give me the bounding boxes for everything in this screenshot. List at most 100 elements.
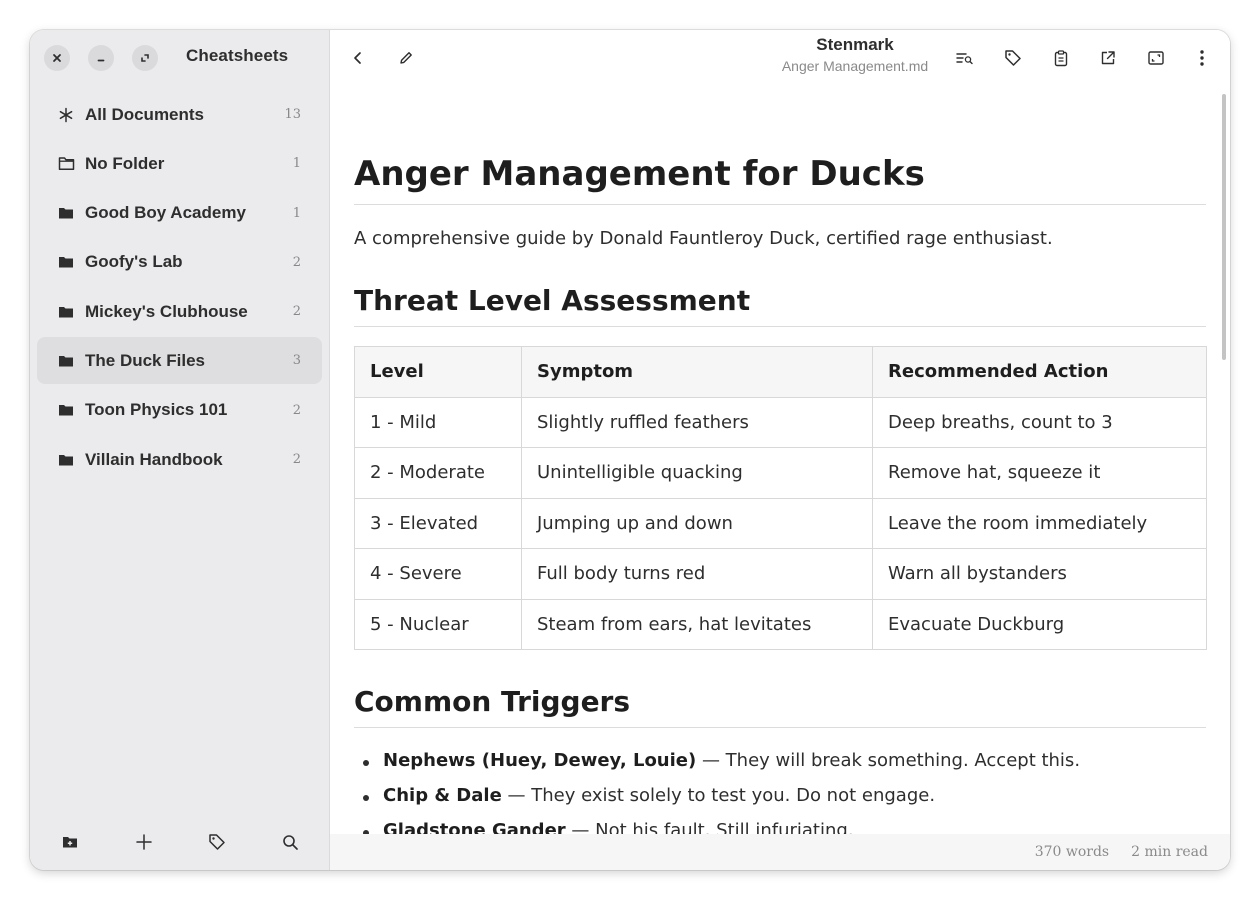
document-intro: A comprehensive guide by Donald Fauntler… bbox=[354, 228, 1053, 249]
sidebar-item-count: 13 bbox=[284, 107, 301, 122]
external-link-icon bbox=[1101, 51, 1115, 65]
document-tags-button[interactable] bbox=[1001, 46, 1025, 70]
sidebar-header: Cheatsheets bbox=[30, 30, 329, 86]
fullscreen-icon bbox=[1148, 51, 1164, 65]
table-cell: Remove hat, squeeze it bbox=[872, 447, 1207, 499]
search-icon bbox=[282, 834, 298, 850]
open-external-button[interactable] bbox=[1096, 46, 1120, 70]
document-heading: Anger Management for Ducks bbox=[354, 154, 1206, 205]
document-title-area: Stenmark Anger Management.md bbox=[330, 35, 1230, 74]
folder-list: All Documents 13 No Folder 1 Good Boy Ac… bbox=[37, 91, 322, 485]
sidebar-item-mickeys-clubhouse[interactable]: Mickey's Clubhouse 2 bbox=[37, 288, 322, 335]
table-header-row: Level Symptom Recommended Action bbox=[354, 346, 1207, 398]
minimize-window-button[interactable] bbox=[88, 45, 114, 71]
file-name: Anger Management.md bbox=[781, 58, 929, 74]
search-button[interactable] bbox=[278, 830, 302, 854]
table-cell: Leave the room immediately bbox=[872, 497, 1207, 549]
table-row: 5 - Nuclear Steam from ears, hat levitat… bbox=[354, 598, 1207, 650]
vertical-scrollbar[interactable] bbox=[1222, 94, 1226, 360]
find-button[interactable] bbox=[953, 46, 977, 70]
table-cell: 4 - Severe bbox=[354, 548, 522, 600]
sidebar-title: Cheatsheets bbox=[186, 46, 289, 65]
close-window-button[interactable] bbox=[44, 45, 70, 71]
table-cell: Full body turns red bbox=[521, 548, 873, 600]
list-item-text: — They exist solely to test you. Do not … bbox=[501, 785, 936, 806]
asterisk-icon bbox=[57, 106, 75, 124]
new-folder-icon bbox=[63, 837, 77, 848]
table-cell: Steam from ears, hat levitates bbox=[521, 598, 873, 650]
app-window: Cheatsheets All Documents 13 No Folder 1 bbox=[30, 30, 1230, 870]
list-item-bold: Gladstone Gander bbox=[383, 820, 566, 834]
fullscreen-button[interactable] bbox=[1144, 46, 1168, 70]
table-cell: 3 - Elevated bbox=[354, 497, 522, 549]
close-icon bbox=[53, 54, 61, 62]
sidebar: Cheatsheets All Documents 13 No Folder 1 bbox=[30, 30, 330, 870]
editor-pane: Stenmark Anger Management.md Anger Manag… bbox=[330, 30, 1230, 870]
new-document-button[interactable] bbox=[132, 830, 156, 854]
kebab-menu-icon bbox=[1200, 50, 1204, 66]
copy-button[interactable] bbox=[1049, 46, 1073, 70]
table-cell: 1 - Mild bbox=[354, 396, 522, 448]
sidebar-item-label: No Folder bbox=[85, 153, 165, 173]
minimize-icon bbox=[97, 59, 105, 62]
section-heading-common-triggers: Common Triggers bbox=[354, 685, 1206, 728]
table-cell: Unintelligible quacking bbox=[521, 447, 873, 499]
find-in-document-icon bbox=[956, 53, 973, 65]
sidebar-item-count: 3 bbox=[292, 353, 301, 369]
sidebar-item-label: The Duck Files bbox=[85, 350, 205, 370]
table-row: 3 - Elevated Jumping up and down Leave t… bbox=[354, 497, 1207, 549]
list-item: Gladstone Gander — Not his fault. Still … bbox=[360, 820, 1206, 834]
table-cell: Jumping up and down bbox=[521, 497, 873, 549]
header-bar: Stenmark Anger Management.md bbox=[330, 30, 1230, 86]
folder-icon bbox=[57, 303, 75, 321]
word-count: 370 words bbox=[1034, 844, 1110, 860]
sidebar-item-toon-physics-101[interactable]: Toon Physics 101 2 bbox=[37, 387, 322, 434]
column-header: Level bbox=[354, 346, 522, 398]
table-row: 4 - Severe Full body turns red Warn all … bbox=[354, 548, 1207, 600]
sidebar-item-goofys-lab[interactable]: Goofy's Lab 2 bbox=[37, 239, 322, 286]
folder-icon bbox=[57, 451, 75, 469]
sidebar-item-count: 1 bbox=[292, 205, 301, 221]
document-view[interactable]: Anger Management for Ducks A comprehensi… bbox=[330, 86, 1230, 834]
sidebar-item-label: All Documents bbox=[85, 104, 205, 124]
restore-icon bbox=[141, 54, 149, 62]
folder-icon bbox=[57, 352, 75, 370]
sidebar-item-count: 2 bbox=[292, 254, 301, 270]
tag-icon bbox=[209, 834, 225, 850]
sidebar-item-no-folder[interactable]: No Folder 1 bbox=[37, 140, 322, 187]
table-row: 1 - Mild Slightly ruffled feathers Deep … bbox=[354, 396, 1207, 448]
clipboard-icon bbox=[1054, 49, 1068, 66]
sidebar-item-label: Good Boy Academy bbox=[85, 203, 246, 223]
restore-window-button[interactable] bbox=[132, 45, 158, 71]
folder-icon bbox=[57, 253, 75, 271]
tags-button[interactable] bbox=[205, 830, 229, 854]
sidebar-item-count: 2 bbox=[292, 402, 301, 418]
sidebar-item-label: Toon Physics 101 bbox=[85, 400, 228, 420]
sidebar-item-count: 2 bbox=[292, 452, 301, 468]
list-item: Nephews (Huey, Dewey, Louie) — They will… bbox=[360, 750, 1206, 785]
column-header: Recommended Action bbox=[872, 346, 1207, 398]
section-heading-threat-level: Threat Level Assessment bbox=[354, 284, 1206, 327]
table-cell: Warn all bystanders bbox=[872, 548, 1207, 600]
sidebar-item-villain-handbook[interactable]: Villain Handbook 2 bbox=[37, 436, 322, 483]
status-bar: 370 words 2 min read bbox=[330, 834, 1230, 870]
list-item-bold: Chip & Dale bbox=[383, 785, 502, 806]
sidebar-item-the-duck-files[interactable]: The Duck Files 3 bbox=[37, 337, 322, 385]
sidebar-item-count: 1 bbox=[292, 156, 301, 172]
list-item-bold: Nephews (Huey, Dewey, Louie) bbox=[383, 750, 697, 771]
new-folder-button[interactable] bbox=[58, 830, 82, 854]
app-name: Stenmark bbox=[816, 35, 894, 54]
folder-icon bbox=[57, 401, 75, 419]
triggers-list: Nephews (Huey, Dewey, Louie) — They will… bbox=[354, 750, 1206, 834]
sidebar-item-good-boy-academy[interactable]: Good Boy Academy 1 bbox=[37, 190, 322, 237]
table-row: 2 - Moderate Unintelligible quacking Rem… bbox=[354, 447, 1207, 499]
list-item-text: — Not his fault. Still infuriating. bbox=[565, 820, 854, 834]
plus-icon bbox=[136, 834, 152, 850]
menu-button[interactable] bbox=[1190, 46, 1214, 70]
list-item: Chip & Dale — They exist solely to test … bbox=[360, 785, 1206, 820]
table-cell: Slightly ruffled feathers bbox=[521, 396, 873, 448]
folder-outline-icon bbox=[57, 155, 75, 173]
table-cell: 2 - Moderate bbox=[354, 447, 522, 499]
sidebar-item-all-documents[interactable]: All Documents 13 bbox=[37, 91, 322, 138]
sidebar-item-count: 2 bbox=[292, 304, 301, 320]
